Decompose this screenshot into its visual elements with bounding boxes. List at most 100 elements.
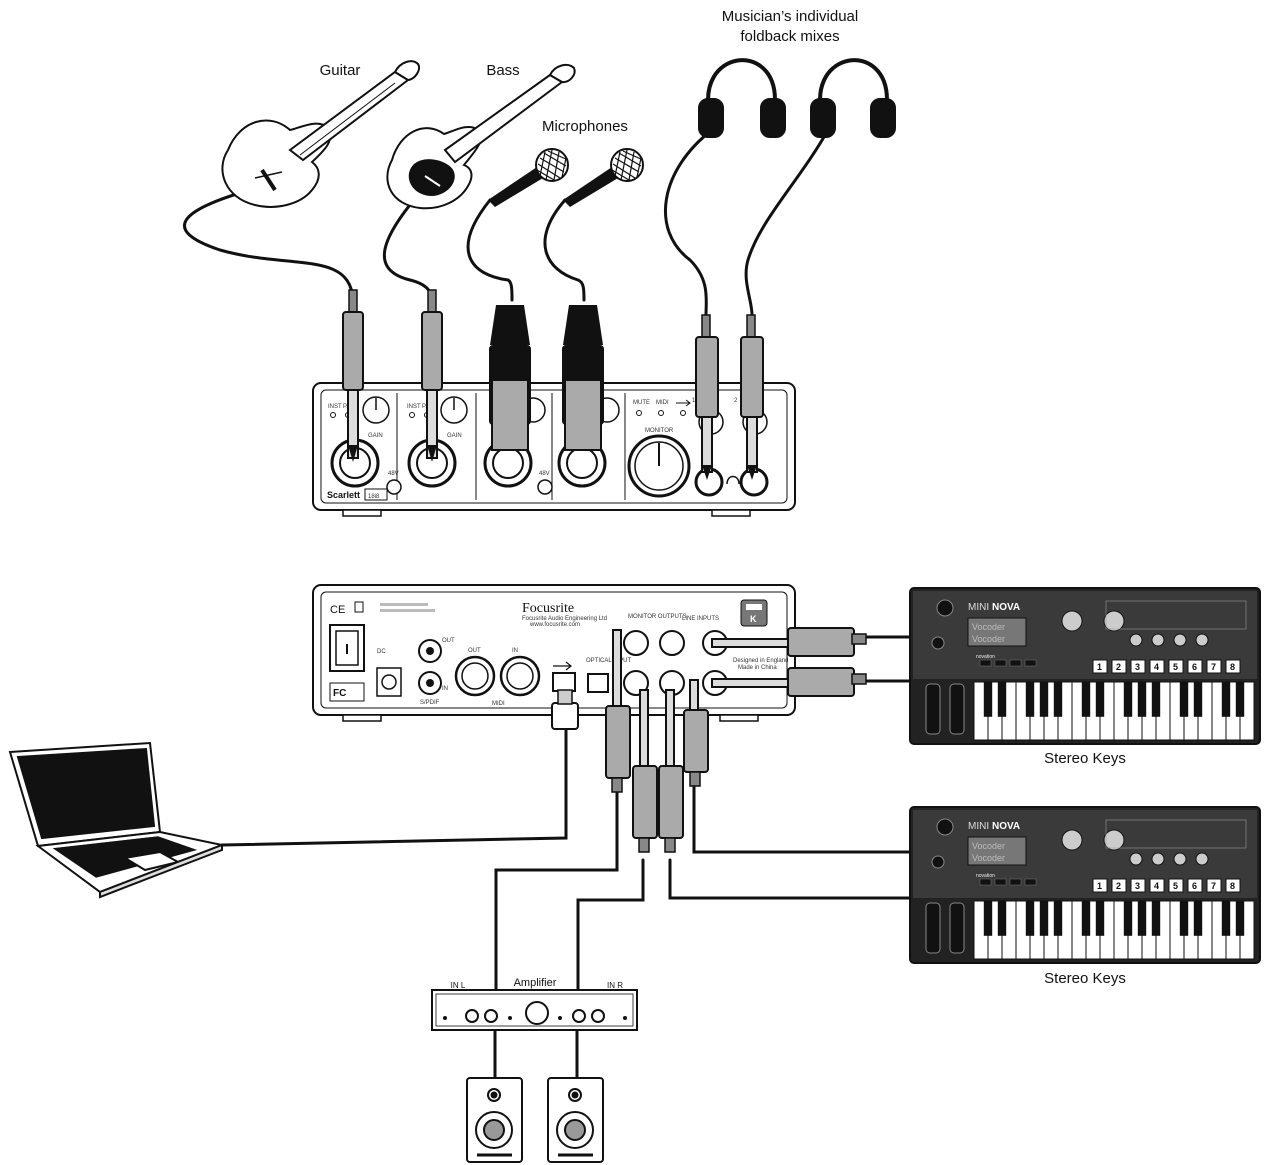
xlr-plug-mic-1 (489, 305, 531, 451)
synth-brand-thin: MINI (968, 602, 989, 613)
black-key[interactable] (997, 901, 1007, 936)
black-key[interactable] (1193, 682, 1203, 717)
synth-pad-label: 6 (1192, 662, 1197, 672)
synth-pad-label: 3 (1135, 881, 1140, 891)
synth-pad-label: 8 (1230, 881, 1235, 891)
mute-label: MUTE (633, 400, 650, 406)
line-inputs-label: LINE INPUTS (682, 616, 719, 622)
synth-screen-line2: Vocoder (972, 634, 1005, 644)
amp-volume-knob[interactable] (525, 1001, 549, 1025)
amp-knob[interactable] (465, 1009, 479, 1023)
black-key[interactable] (983, 901, 993, 936)
black-key[interactable] (1123, 901, 1133, 936)
synth-button[interactable] (979, 878, 992, 886)
midi-label: MIDI (656, 400, 669, 406)
laptop-icon (8, 741, 226, 899)
synth-knob[interactable] (1129, 852, 1143, 866)
pitch-wheel[interactable] (925, 683, 941, 735)
headphones-icon (698, 58, 786, 138)
black-key[interactable] (1053, 682, 1063, 717)
model-label: 18i8 (368, 494, 380, 500)
black-key[interactable] (1179, 682, 1189, 717)
black-key[interactable] (1221, 682, 1231, 717)
spdif-out-label: OUT (442, 638, 455, 644)
black-key[interactable] (1081, 901, 1091, 936)
power-label: DC (377, 649, 386, 655)
synth-button[interactable] (994, 878, 1007, 886)
synth-pad-label: 5 (1173, 662, 1178, 672)
monitor-out-1[interactable] (623, 630, 649, 656)
synth-knob[interactable] (1061, 829, 1083, 851)
black-key[interactable] (1123, 682, 1133, 717)
synth-button[interactable] (994, 659, 1007, 667)
connection-diagram: Musician’s individual foldback mixes Gui… (0, 0, 1266, 1165)
k-badge: K (750, 614, 757, 624)
black-key[interactable] (1235, 901, 1245, 936)
black-key[interactable] (1137, 682, 1147, 717)
black-key[interactable] (1095, 682, 1105, 717)
amp-cable-l (494, 788, 619, 992)
black-key[interactable] (1179, 901, 1189, 936)
black-key[interactable] (1095, 901, 1105, 936)
amp-knob[interactable] (484, 1009, 498, 1023)
black-key[interactable] (1039, 901, 1049, 936)
headphone-cable-2 (744, 128, 830, 317)
mic-socket[interactable] (936, 818, 954, 836)
mod-wheel[interactable] (949, 683, 965, 735)
mic-1-cable (466, 198, 514, 302)
black-key[interactable] (1235, 682, 1245, 717)
synth-knob[interactable] (1151, 633, 1165, 647)
inst-2-label: INST (407, 404, 421, 410)
pitch-wheel[interactable] (925, 902, 941, 954)
made-label: Made in China (738, 665, 777, 671)
black-key[interactable] (1151, 682, 1161, 717)
optical-input-port[interactable] (587, 673, 609, 693)
synth-screen-line2: Vocoder (972, 853, 1005, 863)
synth-knob[interactable] (1103, 610, 1125, 632)
black-key[interactable] (983, 682, 993, 717)
black-key[interactable] (1025, 901, 1035, 936)
black-key[interactable] (1025, 682, 1035, 717)
speaker-icon (547, 1077, 604, 1163)
mic-socket[interactable] (936, 599, 954, 617)
synth-button[interactable] (1024, 878, 1037, 886)
synth-button[interactable] (1009, 659, 1022, 667)
synth-knob[interactable] (1195, 852, 1209, 866)
black-key[interactable] (1221, 901, 1231, 936)
black-key[interactable] (1151, 901, 1161, 936)
mod-wheel[interactable] (949, 902, 965, 954)
black-key[interactable] (1053, 901, 1063, 936)
phantom-1-button[interactable] (386, 479, 402, 495)
black-key[interactable] (1137, 901, 1147, 936)
usb-port[interactable] (552, 672, 576, 692)
synth-knob[interactable] (1173, 852, 1187, 866)
synth-button[interactable] (1009, 878, 1022, 886)
synth-button[interactable] (979, 659, 992, 667)
synth-maker: novation (976, 873, 995, 879)
synth-keyboard-2: MINI NOVA Vocoder Vocoder novation 1 2 3 4 5 6 7 8 (909, 806, 1261, 964)
amp-cable-r (576, 858, 645, 992)
amp-knob[interactable] (591, 1009, 605, 1023)
black-key[interactable] (1193, 901, 1203, 936)
midi-out-label: OUT (468, 648, 481, 654)
synth-knob[interactable] (931, 636, 945, 650)
focusrite-logo: Focusrite (522, 601, 574, 616)
black-key[interactable] (1039, 682, 1049, 717)
synth-knob[interactable] (931, 855, 945, 869)
phantom-2-button[interactable] (537, 479, 553, 495)
synth-knob[interactable] (1151, 852, 1165, 866)
synth-knob[interactable] (1061, 610, 1083, 632)
black-key[interactable] (1081, 682, 1091, 717)
synth-knob[interactable] (1173, 633, 1187, 647)
interface-rear-panel: CE FC DC OUT IN S/PDIF OUT IN MIDI Focus… (312, 584, 796, 722)
synth-keyboard-1: MINI NOVA Vocoder Vocoder novation 1 2 3 4 5 6 7 8 (909, 587, 1261, 745)
black-key[interactable] (997, 682, 1007, 717)
synth-knob[interactable] (1129, 633, 1143, 647)
synth-knob[interactable] (1103, 829, 1125, 851)
headphone-cable-1 (663, 128, 714, 317)
amp-knob[interactable] (572, 1009, 586, 1023)
synth-pad-label: 8 (1230, 662, 1235, 672)
synth-knob[interactable] (1195, 633, 1209, 647)
synth-button[interactable] (1024, 659, 1037, 667)
monitor-out-3[interactable] (659, 630, 685, 656)
